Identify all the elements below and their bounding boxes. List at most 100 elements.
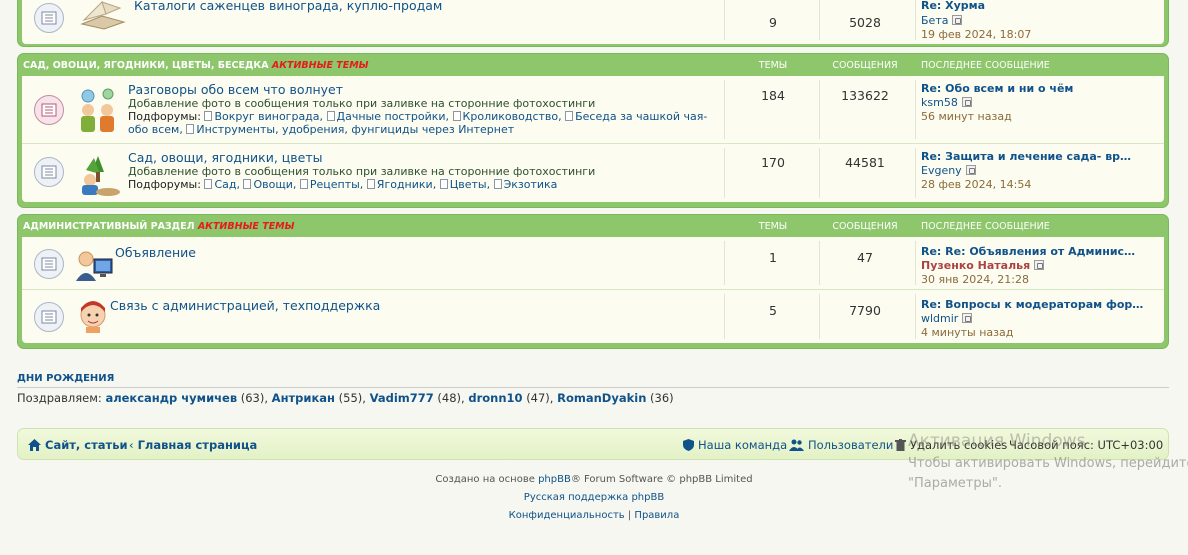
subforum-link[interactable]: Дачные постройки, xyxy=(337,110,450,123)
last-post-title[interactable]: Re: Re: Объявления от Админис… xyxy=(921,245,1135,258)
header-last-post: Последнее сообщение xyxy=(921,60,1050,71)
category-header: Сад, овощи, ягодники, цветы, беседка Акт… xyxy=(22,54,1164,76)
active-topics-link[interactable]: Активные темы xyxy=(272,60,369,71)
divider xyxy=(819,241,820,285)
team-link[interactable]: Наша команда xyxy=(683,438,787,452)
subforum-icon xyxy=(366,179,375,189)
active-topics-link[interactable]: Активные темы xyxy=(198,221,295,232)
divider xyxy=(915,0,916,40)
subforum-link[interactable]: Сад, xyxy=(214,178,240,191)
last-post-user-link[interactable]: ksm58 xyxy=(921,96,958,109)
credit-line-3: Конфиденциальность | Правила xyxy=(0,510,1188,521)
header-posts: Сообщения xyxy=(832,60,898,71)
forum-title[interactable]: Сад, овощи, ягодники, цветы xyxy=(128,150,323,165)
users-link[interactable]: Пользователи xyxy=(789,438,893,452)
subforums-label: Подфорумы: xyxy=(128,178,201,191)
birthdays-title: Дни рождения xyxy=(17,373,115,384)
rules-link[interactable]: Правила xyxy=(634,510,679,521)
divider xyxy=(819,0,820,40)
last-post-title[interactable]: Re: Обо всем и ни о чём xyxy=(921,82,1073,95)
last-post-user-link[interactable]: Evgeny xyxy=(921,164,962,177)
last-post-title[interactable]: Re: Защита и лечение сада- вр… xyxy=(921,150,1131,163)
last-post-user-link[interactable]: Бета xyxy=(921,14,948,27)
subforum-icon xyxy=(326,111,335,121)
last-post-time: 30 янв 2024, 21:28 xyxy=(921,273,1029,286)
forum-read-icon[interactable] xyxy=(34,302,64,332)
category-title[interactable]: Административный раздел Активные темы xyxy=(23,221,294,232)
category-title[interactable]: Сад, овощи, ягодники, цветы, беседка Акт… xyxy=(23,60,369,71)
last-post-user: Бета xyxy=(921,14,963,27)
breadcrumb-home-link[interactable]: ‹ Главная страница xyxy=(129,438,257,452)
gardener-icon xyxy=(74,154,122,201)
birthday-age: (55), xyxy=(338,391,366,405)
goto-last-post-icon[interactable] xyxy=(961,97,972,107)
last-post-user-link[interactable]: wldmir xyxy=(921,312,958,325)
divider xyxy=(915,241,916,285)
subforum-link[interactable]: Овощи, xyxy=(253,178,296,191)
divider xyxy=(915,148,916,198)
site-link[interactable]: Сайт, статьи xyxy=(28,438,128,452)
topics-count: 184 xyxy=(761,88,785,103)
subforums-list: Подфорумы: Сад, Овощи, Рецепты, Ягодники… xyxy=(128,178,718,191)
topics-count: 5 xyxy=(769,303,777,318)
subforum-link[interactable]: Беседа за чашкой чая- xyxy=(575,110,707,123)
topics-count: 1 xyxy=(769,250,777,265)
header-topics: Темы xyxy=(758,221,788,232)
goto-last-post-icon[interactable] xyxy=(965,165,976,175)
privacy-link[interactable]: Конфиденциальность xyxy=(509,510,625,521)
subforum-link[interactable]: Экзотика xyxy=(504,178,558,191)
last-post-user: Пузенко Наталья xyxy=(921,259,1045,272)
birthday-user-link[interactable]: Антрикан xyxy=(272,391,335,405)
divider xyxy=(17,387,1169,388)
birthday-age: (63), xyxy=(240,391,269,405)
birthday-user-link[interactable]: Vadim777 xyxy=(370,391,434,405)
forum-block-garden: Сад, овощи, ягодники, цветы, беседка Акт… xyxy=(17,53,1169,208)
subforum-link[interactable]: обо всем, xyxy=(128,123,183,136)
birthday-user-link[interactable]: dronn10 xyxy=(468,391,522,405)
header-posts: Сообщения xyxy=(832,221,898,232)
forum-row: Каталоги саженцев винограда, куплю-прода… xyxy=(22,0,1164,44)
subforum-link[interactable]: Инструменты, удобрения, фунгициды через … xyxy=(196,123,514,136)
forum-title[interactable]: Каталоги саженцев винограда, куплю-прода… xyxy=(134,0,442,13)
russian-support-link[interactable]: Русская поддержка phpBB xyxy=(524,492,664,503)
birthday-age: (36) xyxy=(650,391,674,405)
subforum-icon xyxy=(439,179,448,189)
posts-count: 47 xyxy=(857,250,873,265)
forum-title[interactable]: Разговоры обо всем что волнует xyxy=(128,82,343,97)
forum-title[interactable]: Связь с администрацией, техподдержка xyxy=(110,298,380,313)
last-post-user: wldmir xyxy=(921,312,973,325)
subforums-label: Подфорумы: xyxy=(128,110,201,123)
catalog-book-icon xyxy=(78,0,128,33)
goto-last-post-icon[interactable] xyxy=(962,313,973,323)
forum-unread-icon[interactable] xyxy=(34,95,64,125)
forum-row: Связь с администрацией, техподдержка 5 7… xyxy=(22,290,1164,343)
last-post-time: 28 фев 2024, 14:54 xyxy=(921,178,1032,191)
subforum-link[interactable]: Ягодники, xyxy=(377,178,436,191)
goto-last-post-icon[interactable] xyxy=(1034,260,1045,270)
last-post-user-link[interactable]: Пузенко Наталья xyxy=(921,259,1030,272)
windows-activation-title: Активация Windows xyxy=(908,431,1086,451)
subforum-icon xyxy=(452,111,461,121)
posts-count: 44581 xyxy=(845,155,885,170)
subforum-link[interactable]: Рецепты, xyxy=(310,178,363,191)
birthday-user-link[interactable]: александр чумичев xyxy=(105,391,237,405)
forum-title[interactable]: Объявление xyxy=(115,245,196,260)
forum-read-icon[interactable] xyxy=(34,3,64,33)
chevron-left-icon: ‹ xyxy=(129,438,134,452)
forum-description: Добавление фото в сообщения только при з… xyxy=(128,165,596,178)
last-post-title[interactable]: Re: Вопросы к модераторам фор… xyxy=(921,298,1143,311)
last-post-user: ksm58 xyxy=(921,96,972,109)
divider xyxy=(915,294,916,339)
subforum-link[interactable]: Кролиководство, xyxy=(463,110,562,123)
subforum-icon xyxy=(243,179,252,189)
subforum-link[interactable]: Вокруг винограда, xyxy=(214,110,323,123)
forum-read-icon[interactable] xyxy=(34,157,64,187)
forum-read-icon[interactable] xyxy=(34,249,64,279)
phpbb-link[interactable]: phpBB xyxy=(538,474,571,485)
subforum-link[interactable]: Цветы, xyxy=(450,178,490,191)
divider xyxy=(724,0,725,40)
forum-row: Сад, овощи, ягодники, цветы Добавление ф… xyxy=(22,144,1164,202)
last-post-title[interactable]: Re: Хурма xyxy=(921,0,985,12)
birthday-user-link[interactable]: RomanDyakin xyxy=(557,391,646,405)
goto-last-post-icon[interactable] xyxy=(952,15,963,25)
